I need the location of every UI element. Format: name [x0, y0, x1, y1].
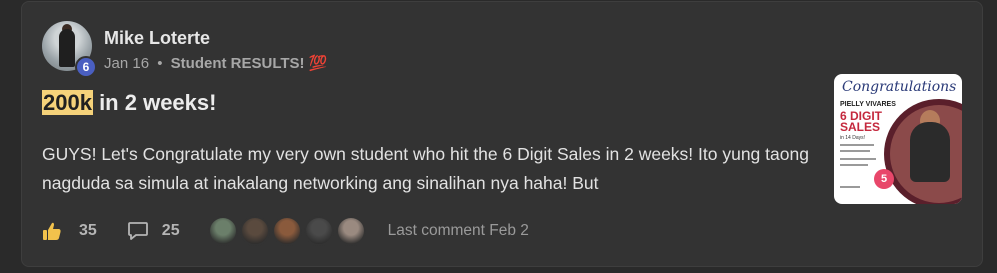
- thumbnail-person: [910, 122, 950, 182]
- last-comment-timestamp: Last comment Feb 2: [387, 222, 529, 239]
- meta-separator: •: [157, 55, 163, 72]
- thumbs-up-icon: [42, 221, 62, 241]
- level-badge: 6: [75, 56, 97, 78]
- commenter-avatar-5[interactable]: [335, 216, 366, 246]
- thumbnail-heading: Congratulations: [842, 79, 957, 95]
- thumbnail-sub: in 14 Days!: [840, 135, 866, 141]
- thumbnail-line: [840, 158, 876, 160]
- post-date: Jan 16: [104, 55, 150, 72]
- like-count: 35: [79, 222, 97, 239]
- post-category[interactable]: Student RESULTS!: [171, 55, 305, 72]
- comment-bubble-icon: [127, 221, 149, 241]
- thumbnail-headline: 6 DIGIT SALES: [840, 110, 882, 134]
- post-body[interactable]: GUYS! Let's Congratulate my very own stu…: [42, 140, 812, 198]
- title-rest: in 2 weeks!: [92, 90, 217, 115]
- thumbnail-line: [840, 186, 860, 188]
- post-actions: 35 25 Last comment Feb 2: [42, 214, 529, 248]
- hundred-points-icon: 💯: [308, 55, 328, 72]
- author-avatar-wrap[interactable]: 6: [42, 21, 97, 78]
- thumbnail-line: [840, 144, 874, 146]
- commenter-avatar-1[interactable]: [207, 216, 238, 246]
- commenter-avatars[interactable]: [207, 216, 368, 246]
- commenter-avatar-2[interactable]: [239, 216, 270, 246]
- author-name[interactable]: Mike Loterte: [104, 28, 210, 49]
- thumbnail-name: PIELLY VIVARES: [840, 101, 896, 108]
- post-title[interactable]: 200k in 2 weeks!: [42, 90, 216, 116]
- title-highlight: 200k: [42, 90, 93, 115]
- like-button[interactable]: 35: [42, 221, 97, 241]
- commenter-avatar-4[interactable]: [303, 216, 334, 246]
- comment-button[interactable]: 25: [127, 221, 180, 241]
- thumbnail-headline-2: SALES: [840, 120, 881, 134]
- commenter-avatar-3[interactable]: [271, 216, 302, 246]
- avatar-figure-shape: [59, 29, 75, 67]
- post-card[interactable]: 6 Mike Loterte Jan 16 • Student RESULTS!…: [21, 1, 983, 267]
- thumbnail-logo-badge: 5: [874, 169, 894, 189]
- comment-count: 25: [161, 222, 180, 239]
- thumbnail-line: [840, 150, 870, 152]
- post-meta: Jan 16 • Student RESULTS! 💯: [104, 54, 327, 72]
- thumbnail-line: [840, 164, 868, 166]
- post-thumbnail[interactable]: Congratulations PIELLY VIVARES 6 DIGIT S…: [834, 74, 962, 204]
